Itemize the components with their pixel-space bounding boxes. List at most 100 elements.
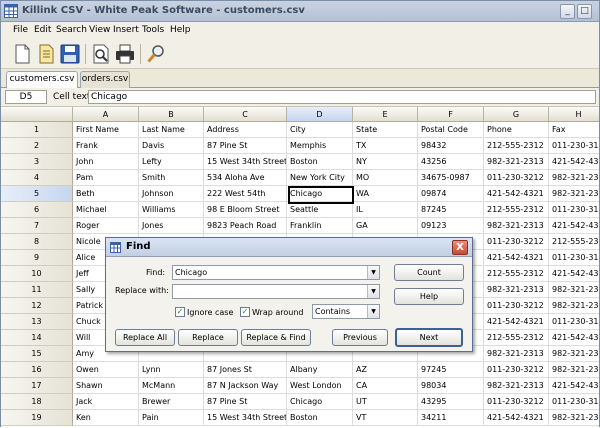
row-header-6[interactable]: 6 — [1, 202, 73, 218]
tab-orders[interactable]: orders.csv — [80, 71, 130, 88]
table-cell[interactable]: 421-542-432 — [549, 154, 599, 170]
table-cell[interactable]: Chicago — [287, 186, 353, 202]
table-cell[interactable]: 982-321-231 — [549, 170, 599, 186]
row-header-9[interactable]: 9 — [1, 250, 73, 266]
table-cell[interactable]: 212-555-2312 — [484, 138, 549, 154]
table-cell[interactable]: 534 Aloha Ave — [204, 170, 287, 186]
row-header-14[interactable]: 14 — [1, 330, 73, 346]
table-cell[interactable]: Beth — [73, 186, 139, 202]
table-cell[interactable]: 982-321-231 — [549, 362, 599, 378]
table-cell[interactable]: 87245 — [418, 202, 484, 218]
table-cell[interactable]: City — [287, 122, 353, 138]
table-cell[interactable]: Pam — [73, 170, 139, 186]
table-cell[interactable]: 421-542-432 — [549, 218, 599, 234]
column-header-a[interactable]: A — [73, 107, 139, 122]
table-cell[interactable]: 09123 — [418, 218, 484, 234]
table-cell[interactable]: 87 Pine St — [204, 138, 287, 154]
table-cell[interactable]: 87 N Jackson Way — [204, 378, 287, 394]
column-header-h[interactable]: H — [549, 107, 599, 122]
row-header-18[interactable]: 18 — [1, 394, 73, 410]
table-cell[interactable]: 011-230-312 — [549, 138, 599, 154]
table-cell[interactable]: AZ — [353, 362, 418, 378]
table-cell[interactable]: Lefty — [139, 154, 204, 170]
table-cell[interactable]: Albany — [287, 362, 353, 378]
cell-reference-field[interactable]: D5 — [5, 90, 47, 104]
close-button[interactable]: X — [452, 240, 468, 255]
menu-insert[interactable]: Insert — [113, 25, 139, 35]
table-cell[interactable]: 43295 — [418, 394, 484, 410]
table-cell[interactable]: Last Name — [139, 122, 204, 138]
table-cell[interactable]: Franklin — [287, 218, 353, 234]
table-cell[interactable]: 982-321-2313 — [484, 218, 549, 234]
tab-customers[interactable]: customers.csv — [6, 71, 78, 89]
table-cell[interactable]: 011-230-312 — [549, 394, 599, 410]
row-header-7[interactable]: 7 — [1, 218, 73, 234]
open-folder-icon[interactable] — [34, 42, 58, 66]
column-header-b[interactable]: B — [139, 107, 204, 122]
table-cell[interactable]: 011-230-3212 — [484, 362, 549, 378]
menu-help[interactable]: Help — [170, 25, 191, 35]
maximize-button[interactable]: □ — [577, 4, 592, 19]
chevron-down-icon[interactable]: ▼ — [367, 266, 379, 279]
table-cell[interactable]: Lynn — [139, 362, 204, 378]
table-cell[interactable]: First Name — [73, 122, 139, 138]
print-icon[interactable] — [113, 42, 137, 66]
row-header-15[interactable]: 15 — [1, 346, 73, 362]
table-cell[interactable]: Boston — [287, 154, 353, 170]
table-cell[interactable]: 421-542-432 — [549, 378, 599, 394]
row-header-3[interactable]: 3 — [1, 154, 73, 170]
ignore-case-checkbox[interactable]: ✓ — [175, 307, 185, 317]
table-cell[interactable]: 421-542-4321 — [484, 186, 549, 202]
row-header-1[interactable]: 1 — [1, 122, 73, 138]
minimize-button[interactable]: _ — [560, 4, 575, 19]
table-cell[interactable]: 212-555-2312 — [484, 266, 549, 282]
table-cell[interactable]: 011-230-312 — [549, 314, 599, 330]
new-file-icon[interactable] — [10, 42, 34, 66]
table-cell[interactable]: NY — [353, 154, 418, 170]
row-header-17[interactable]: 17 — [1, 378, 73, 394]
table-cell[interactable]: 982-321-2313 — [484, 154, 549, 170]
table-cell[interactable]: 982-321-231 — [549, 346, 599, 362]
table-cell[interactable]: 9823 Peach Road — [204, 218, 287, 234]
table-cell[interactable]: IL — [353, 202, 418, 218]
table-cell[interactable]: John — [73, 154, 139, 170]
save-icon[interactable] — [58, 42, 82, 66]
table-cell[interactable]: Davis — [139, 138, 204, 154]
select-all-corner[interactable] — [1, 107, 73, 122]
table-cell[interactable]: Address — [204, 122, 287, 138]
replace-input[interactable]: ▼ — [172, 284, 380, 299]
help-button[interactable]: Help — [394, 288, 464, 305]
table-cell[interactable]: CA — [353, 378, 418, 394]
row-header-10[interactable]: 10 — [1, 266, 73, 282]
table-cell[interactable]: 011-230-312 — [549, 202, 599, 218]
count-button[interactable]: Count — [394, 264, 464, 281]
table-cell[interactable]: UT — [353, 394, 418, 410]
find-icon[interactable] — [144, 42, 168, 66]
table-cell[interactable]: 09874 — [418, 186, 484, 202]
table-cell[interactable]: 212-555-2312 — [484, 202, 549, 218]
table-cell[interactable]: 421-542-4321 — [484, 314, 549, 330]
table-cell[interactable]: Michael — [73, 202, 139, 218]
table-cell[interactable]: New York City — [287, 170, 353, 186]
table-cell[interactable]: Williams — [139, 202, 204, 218]
previous-button[interactable]: Previous — [332, 329, 388, 346]
row-header-12[interactable]: 12 — [1, 298, 73, 314]
table-cell[interactable]: 011-230-312 — [549, 250, 599, 266]
find-dialog-titlebar[interactable]: Find X — [106, 238, 472, 257]
table-cell[interactable]: Boston — [287, 410, 353, 426]
table-cell[interactable]: 421-542-432 — [549, 266, 599, 282]
table-cell[interactable]: Roger — [73, 218, 139, 234]
table-cell[interactable]: Jones — [139, 218, 204, 234]
replace-button[interactable]: Replace — [178, 329, 238, 346]
chevron-down-icon[interactable]: ▼ — [367, 305, 379, 318]
table-cell[interactable]: 982-321-231 — [549, 410, 599, 426]
table-cell[interactable]: McMann — [139, 378, 204, 394]
row-header-5[interactable]: 5 — [1, 186, 73, 202]
replace-and-find-button[interactable]: Replace & Find — [241, 329, 311, 346]
table-cell[interactable]: MO — [353, 170, 418, 186]
table-cell[interactable]: West London — [287, 378, 353, 394]
table-cell[interactable]: Chicago — [287, 394, 353, 410]
table-cell[interactable]: 982-321-231 — [549, 282, 599, 298]
table-cell[interactable]: 421-542-4321 — [484, 410, 549, 426]
row-header-16[interactable]: 16 — [1, 362, 73, 378]
